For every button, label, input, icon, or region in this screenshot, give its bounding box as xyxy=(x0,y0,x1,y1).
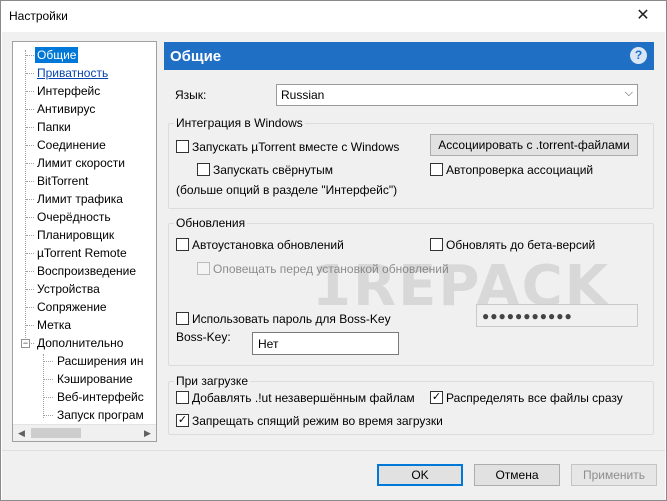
tree-item[interactable]: Веб-интерфейс xyxy=(55,389,146,405)
tree-connector xyxy=(26,325,34,326)
tree-item[interactable]: µTorrent Remote xyxy=(35,245,129,261)
tree-horizontal-scrollbar[interactable]: ◀ ▶ xyxy=(13,424,156,441)
tree-connector xyxy=(26,289,34,290)
close-icon[interactable]: ✕ xyxy=(620,1,666,31)
auto-install-updates-label: Автоустановка обновлений xyxy=(192,238,344,252)
start-with-windows-label: Запускать µTorrent вместе с Windows xyxy=(192,140,400,154)
notify-before-install-checkbox xyxy=(197,262,210,275)
window-title: Настройки xyxy=(9,9,68,23)
start-minimized-checkbox[interactable] xyxy=(197,163,210,176)
tree-connector xyxy=(44,379,53,380)
panel-header: Общие ? xyxy=(164,42,654,70)
tree-item[interactable]: Очерёдность xyxy=(35,209,113,225)
tree-connector xyxy=(26,307,34,308)
tree-list: Общие Приватность Интерфейс Антивирус Папки С… xyxy=(13,42,156,425)
auto-install-updates-checkbox[interactable] xyxy=(176,238,189,251)
tree-item[interactable]: Воспроизведение xyxy=(35,263,138,279)
start-with-windows-checkbox[interactable] xyxy=(176,140,189,153)
bosskey-input[interactable]: Нет xyxy=(252,332,399,355)
title-bar: Настройки ✕ xyxy=(1,1,666,31)
tree-connector xyxy=(25,50,26,346)
apply-button[interactable]: Применить xyxy=(571,464,657,486)
tree-item[interactable]: Общие xyxy=(35,47,79,63)
content-area: Общие Приватность Интерфейс Антивирус Папки С… xyxy=(2,32,665,450)
append-ut-checkbox[interactable] xyxy=(176,391,189,404)
tree-item[interactable]: Соединение xyxy=(35,137,108,153)
cancel-button[interactable]: Отмена xyxy=(474,464,560,486)
tree-item[interactable]: Интерфейс xyxy=(35,83,102,99)
language-label: Язык: xyxy=(175,88,207,102)
tree-connector xyxy=(44,397,53,398)
tree-item[interactable]: Антивирус xyxy=(35,101,97,117)
tree-connector xyxy=(26,127,34,128)
tree-connector xyxy=(26,253,34,254)
chevron-down-icon: ⌵ xyxy=(624,87,633,99)
tree-connector xyxy=(26,271,34,272)
tree-item[interactable]: Устройства xyxy=(35,281,102,297)
tree-item[interactable]: Расширения ин xyxy=(55,353,145,369)
tree-connector xyxy=(43,354,44,418)
tree-item[interactable]: Лимит трафика xyxy=(35,191,125,207)
tree-item[interactable]: Метка xyxy=(35,317,73,333)
preallocate-files-checkbox[interactable]: ✓ xyxy=(430,391,443,404)
use-bosskey-password-label: Использовать пароль для Boss-Key xyxy=(192,312,391,326)
on-download-group-title: При загрузке xyxy=(174,374,250,388)
tree-connector xyxy=(26,163,34,164)
tree-item[interactable]: Кэширование xyxy=(55,371,135,387)
bosskey-password-field: ●●●●●●●●●●● xyxy=(476,304,638,327)
tree-connector xyxy=(44,361,53,362)
prevent-sleep-checkbox[interactable]: ✓ xyxy=(176,414,189,427)
ok-button[interactable]: OK xyxy=(377,464,463,486)
bosskey-label: Boss-Key: xyxy=(176,330,231,344)
tree-connector xyxy=(26,181,34,182)
tree-item[interactable]: Приватность xyxy=(35,65,110,81)
use-bosskey-password-checkbox[interactable] xyxy=(176,312,189,325)
auto-check-associations-label: Автопроверка ассоциаций xyxy=(446,163,594,177)
scroll-right-icon[interactable]: ▶ xyxy=(139,425,156,441)
tree-connector xyxy=(26,199,34,200)
tree-connector xyxy=(26,145,34,146)
prevent-sleep-label: Запрещать спящий режим во время загрузки xyxy=(192,414,443,428)
append-ut-label: Добавлять .!ut незавершённым файлам xyxy=(192,391,415,405)
scroll-left-icon[interactable]: ◀ xyxy=(13,425,30,441)
tree-item[interactable]: Дополнительно xyxy=(35,335,125,351)
dialog-footer: OK Отмена Применить xyxy=(2,450,665,500)
preallocate-files-label: Распределять все файлы сразу xyxy=(446,391,623,405)
associate-torrent-button[interactable]: Ассоциировать с .torrent-файлами xyxy=(430,134,638,156)
language-value: Russian xyxy=(281,88,325,102)
updates-group-title: Обновления xyxy=(174,216,248,230)
scroll-thumb[interactable] xyxy=(31,428,81,438)
help-icon[interactable]: ? xyxy=(630,47,647,64)
tree-item[interactable]: BitTorrent xyxy=(35,173,90,189)
tree-item[interactable]: Папки xyxy=(35,119,73,135)
tree-item[interactable]: Сопряжение xyxy=(35,299,109,315)
settings-window: Настройки ✕ Общие Приватность Интерфейс Ант… xyxy=(0,0,667,501)
tree-connector xyxy=(44,415,53,416)
beta-updates-checkbox[interactable] xyxy=(430,238,443,251)
auto-check-associations-checkbox[interactable] xyxy=(430,163,443,176)
settings-tree: Общие Приватность Интерфейс Антивирус Папки С… xyxy=(12,41,157,442)
tree-connector xyxy=(26,73,34,74)
page-title: Общие xyxy=(170,48,222,65)
tree-item[interactable]: Запуск програм xyxy=(55,407,146,423)
tree-connector xyxy=(26,235,34,236)
start-minimized-label: Запускать свёрнутым xyxy=(213,163,334,177)
tree-item[interactable]: Лимит скорости xyxy=(35,155,127,171)
beta-updates-label: Обновлять до бета-версий xyxy=(446,238,596,252)
integration-group-title: Интеграция в Windows xyxy=(174,116,305,130)
collapse-icon[interactable]: − xyxy=(21,339,30,348)
tree-connector xyxy=(26,109,34,110)
tree-connector xyxy=(26,217,34,218)
more-options-note: (больше опций в разделе "Интерфейс") xyxy=(176,183,398,197)
tree-connector xyxy=(26,91,34,92)
tree-item[interactable]: Планировщик xyxy=(35,227,116,243)
language-select[interactable]: Russian ⌵ xyxy=(276,84,638,106)
tree-connector xyxy=(26,55,34,56)
